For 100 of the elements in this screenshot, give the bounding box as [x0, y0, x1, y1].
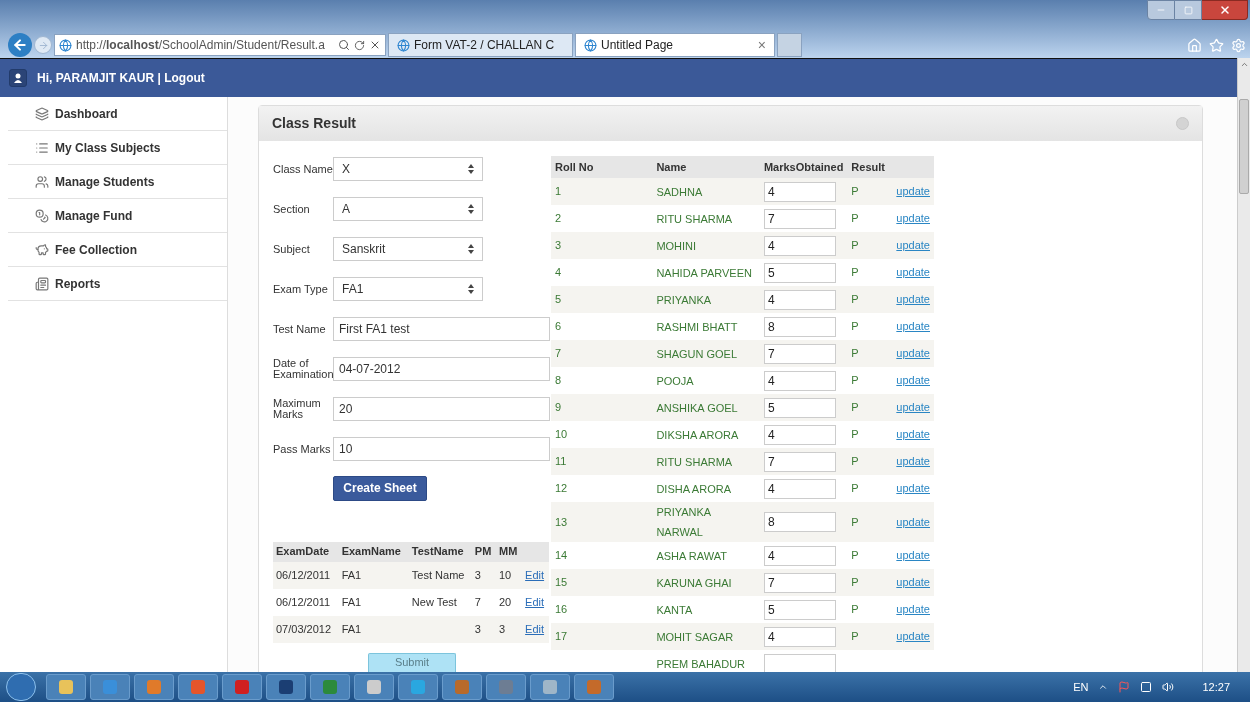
result-value: P	[851, 630, 859, 643]
marks-field[interactable]: 5	[763, 397, 836, 418]
taskbar-app-button[interactable]	[222, 674, 262, 700]
update-link[interactable]: update	[896, 455, 930, 468]
settings-icon[interactable]	[1231, 37, 1246, 53]
marks-field[interactable]: 4	[763, 478, 836, 499]
edit-link[interactable]: Edit	[525, 595, 545, 608]
back-button[interactable]	[8, 33, 32, 57]
update-link[interactable]: update	[896, 266, 930, 279]
user-icon	[9, 69, 27, 87]
marks-field[interactable]: 5	[763, 599, 836, 620]
update-link[interactable]: update	[896, 239, 930, 252]
column-header: MM	[495, 541, 523, 562]
browser-tab[interactable]: Form VAT-2 / CHALLAN C	[388, 33, 573, 57]
dropdown-field[interactable]: X	[333, 157, 483, 181]
update-link[interactable]: update	[896, 428, 930, 441]
sidebar-item[interactable]: Manage Students	[8, 165, 227, 199]
address-bar[interactable]: http://localhost/SchoolAdmin/Student/Result.a	[54, 34, 386, 56]
update-link[interactable]: update	[896, 549, 930, 562]
scroll-up-icon[interactable]	[1239, 60, 1249, 69]
marks-field[interactable]: 4	[763, 181, 836, 202]
column-header: ExamDate	[273, 541, 339, 562]
taskbar-app-button[interactable]	[530, 674, 570, 700]
marks-field[interactable]: 7	[763, 572, 836, 593]
field-label: Class Name	[273, 163, 333, 175]
sidebar-item[interactable]: Manage Fund	[8, 199, 227, 233]
taskbar-app-button[interactable]	[354, 674, 394, 700]
update-link[interactable]: update	[896, 603, 930, 616]
flag-icon[interactable]	[1118, 681, 1131, 693]
sidebar-item[interactable]: Fee Collection	[8, 233, 227, 267]
dropdown-field[interactable]: A	[333, 197, 483, 221]
text-field[interactable]: 04-07-2012	[333, 357, 550, 381]
marks-field[interactable]: 4	[763, 626, 836, 647]
refresh-icon[interactable]	[354, 39, 365, 51]
sidebar-item[interactable]: My Class Subjects	[8, 131, 227, 165]
taskbar-app-button[interactable]	[46, 674, 86, 700]
user-greeting[interactable]: Hi, PARAMJIT KAUR | Logout	[37, 69, 205, 87]
browser-icon	[59, 38, 72, 52]
update-link[interactable]: update	[896, 185, 930, 198]
start-button[interactable]	[6, 673, 36, 701]
marks-field[interactable]: 7	[763, 208, 836, 229]
dropdown-field[interactable]: Sanskrit	[333, 237, 483, 261]
restore-button[interactable]	[1175, 0, 1202, 20]
marks-field[interactable]: 4	[763, 235, 836, 256]
spinner-arrows-icon	[468, 204, 474, 214]
sidebar-item[interactable]: Reports	[8, 267, 227, 301]
text-field[interactable]: First FA1 test	[333, 317, 550, 341]
tab-close-button[interactable]: ×	[757, 34, 766, 56]
marks-field[interactable]: 4	[763, 545, 836, 566]
language-indicator[interactable]: EN	[1073, 678, 1089, 696]
update-link[interactable]: update	[896, 401, 930, 414]
browser-tab[interactable]: Untitled Page ×	[575, 33, 775, 57]
result-value: P	[851, 239, 859, 252]
update-link[interactable]: update	[896, 212, 930, 225]
marks-field[interactable]: 7	[763, 343, 836, 364]
scrollbar-thumb[interactable]	[1239, 99, 1249, 194]
student-name: KANTA	[656, 603, 693, 616]
marks-field[interactable]: 5	[763, 262, 836, 283]
marks-field[interactable]: 8	[763, 316, 836, 337]
edit-link[interactable]: Edit	[525, 622, 545, 635]
update-link[interactable]: update	[896, 320, 930, 333]
table-cell: FA1	[341, 595, 362, 608]
field-label: Subject	[273, 243, 311, 255]
minimize-button[interactable]	[1147, 0, 1175, 20]
table-cell: 7	[474, 595, 481, 608]
update-link[interactable]: update	[896, 515, 930, 528]
scrollbar[interactable]	[1237, 58, 1250, 672]
marks-field[interactable]: 8	[763, 512, 836, 532]
close-button[interactable]	[1202, 0, 1248, 20]
taskbar-app-button[interactable]	[266, 674, 306, 700]
search-icon[interactable]	[338, 39, 350, 51]
marks-field[interactable]: 4	[763, 370, 836, 391]
student-name: RASHMI BHATT	[656, 320, 738, 333]
star-icon[interactable]	[1209, 37, 1224, 53]
update-link[interactable]: update	[896, 482, 930, 495]
stop-icon[interactable]	[369, 39, 381, 51]
speaker-icon[interactable]	[1162, 681, 1175, 693]
sidebar-item[interactable]: Dashboard	[8, 97, 227, 131]
dropdown-field[interactable]: FA1	[333, 277, 483, 301]
panel-title: Class Result	[272, 114, 357, 133]
roll-number: 14	[555, 549, 568, 562]
collapse-icon[interactable]	[1176, 117, 1189, 130]
text-field[interactable]: 20	[333, 397, 550, 421]
clock[interactable]: 12:27	[1202, 678, 1230, 696]
create-sheet-button[interactable]: Create Sheet	[333, 475, 427, 501]
update-link[interactable]: update	[896, 576, 930, 589]
new-tab-button[interactable]	[777, 33, 802, 57]
text-field[interactable]: 10	[333, 437, 550, 461]
marks-field[interactable]	[763, 653, 836, 672]
table-cell: 20	[498, 595, 512, 608]
edit-link[interactable]: Edit	[525, 568, 545, 581]
update-link[interactable]: update	[896, 374, 930, 387]
marks-field[interactable]: 4	[763, 289, 836, 310]
update-link[interactable]: update	[896, 630, 930, 643]
marks-field[interactable]: 7	[763, 451, 836, 472]
update-link[interactable]: update	[896, 293, 930, 306]
forward-button[interactable]	[34, 36, 52, 54]
update-link[interactable]: update	[896, 347, 930, 360]
home-icon[interactable]	[1187, 37, 1202, 53]
marks-field[interactable]: 4	[763, 424, 836, 445]
